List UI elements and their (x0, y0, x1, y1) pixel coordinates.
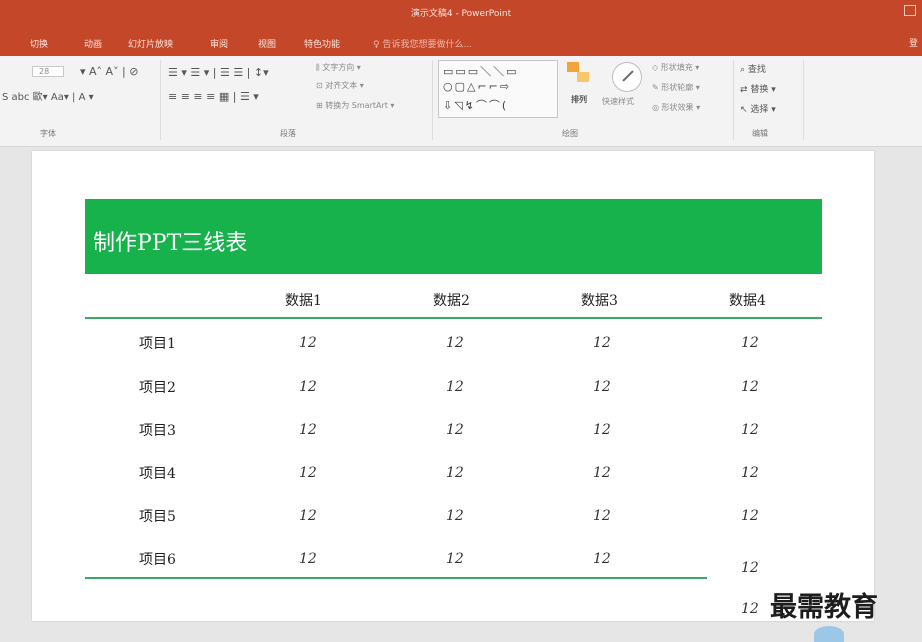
ribbon-tabs: 切换 动画 幻灯片放映 审阅 视图 特色功能 ♀ 告诉我您想要做什么... 登 (0, 30, 922, 56)
replace-button[interactable]: ⇄ 替换 ▾ (740, 82, 776, 95)
divider (733, 60, 734, 140)
font-format-buttons[interactable]: S abc 歐▾ Aa▾ | A ▾ (2, 88, 94, 103)
convert-smartart-button[interactable]: ⊞ 转换为 SmartArt ▾ (316, 100, 394, 111)
list-buttons[interactable]: ☰ ▾ ☰ ▾ | ☰ ☰ | ↕▾ (168, 66, 269, 79)
table-cell: 12 (299, 422, 317, 438)
table-header-rule (85, 317, 822, 319)
table-cell: 12 (446, 551, 464, 567)
drawing-group-label: 绘图 (562, 129, 578, 138)
table-cell: 12 (299, 465, 317, 481)
tell-me-text: 告诉我您想要做什么... (382, 40, 473, 50)
tab-view[interactable]: 视图 (258, 37, 276, 50)
watermark: 最需教育 (770, 592, 878, 623)
replace-icon: ⇄ (740, 85, 751, 95)
table-cell: 12 (593, 379, 611, 395)
search-icon: ⌕ (740, 65, 748, 75)
table-cell: 12 (741, 465, 759, 481)
table-cell: 12 (299, 379, 317, 395)
shape-outline-button[interactable]: ✎ 形状轮廓 ▾ (652, 82, 700, 93)
table-cell: 12 (593, 465, 611, 481)
tab-review[interactable]: 审阅 (210, 37, 228, 50)
row-label: 项目1 (139, 336, 176, 352)
tab-transitions[interactable]: 切换 (30, 37, 48, 50)
slide-title[interactable]: 制作PPT三线表 (93, 225, 247, 257)
shape-row: ⇩◹↯⌒⌒( (443, 99, 509, 112)
table-cell: 12 (593, 335, 611, 351)
arrange-icon (567, 62, 593, 88)
quick-styles-button[interactable]: 快速样式 (602, 96, 634, 107)
column-header: 数据2 (433, 293, 470, 309)
tab-slideshow[interactable]: 幻灯片放映 (128, 37, 173, 50)
font-group-label: 字体 (40, 129, 56, 138)
align-buttons[interactable]: ≡ ≡ ≡ ≡ ▦ | ☰ ▾ (168, 90, 259, 103)
table-cell: 12 (741, 379, 759, 395)
font-size-select[interactable]: 28 (32, 66, 65, 77)
cursor-icon: ↖ (740, 105, 751, 115)
user-menu[interactable]: 登 (909, 36, 918, 49)
table-cell: 12 (741, 335, 759, 351)
row-label: 项目3 (139, 423, 176, 439)
divider (432, 60, 433, 140)
table-cell: 12 (446, 422, 464, 438)
table-cell: 12 (593, 551, 611, 567)
table-cell: 12 (741, 422, 759, 438)
table-cell: 12 (741, 601, 759, 617)
tab-animations[interactable]: 动画 (84, 37, 102, 50)
table-bottom-rule (85, 577, 707, 579)
slide-editing-area: 制作PPT三线表 数据1 数据2 数据3 数据4 项目1 12 12 12 12… (0, 147, 922, 642)
divider (160, 60, 161, 140)
divider (803, 60, 804, 140)
table-cell: 12 (741, 560, 759, 576)
ribbon: 28 ▾ A˄ A˅ | ⊘ S abc 歐▾ Aa▾ | A ▾ 字体 ☰ ▾… (0, 56, 922, 147)
column-header: 数据1 (285, 293, 322, 309)
shape-row: ▭▭▭＼＼▭ (443, 65, 519, 78)
table-cell: 12 (446, 335, 464, 351)
restore-window-button[interactable] (904, 5, 916, 16)
title-banner[interactable]: 制作PPT三线表 (85, 199, 822, 274)
window-title: 演示文稿4 - PowerPoint (410, 9, 512, 19)
grow-font-button[interactable]: ▾ A˄ A˅ | ⊘ (80, 65, 138, 78)
table-cell: 12 (299, 551, 317, 567)
slide-canvas[interactable]: 制作PPT三线表 数据1 数据2 数据3 数据4 项目1 12 12 12 12… (32, 151, 874, 621)
paragraph-group-label: 段落 (280, 129, 296, 138)
row-label: 项目5 (139, 509, 176, 525)
table-cell: 12 (593, 422, 611, 438)
shape-row: ○▢△⌐⌐⇨ (443, 80, 512, 93)
table-cell: 12 (741, 508, 759, 524)
row-label: 项目2 (139, 380, 176, 396)
find-button[interactable]: ⌕ 查找 (740, 62, 766, 75)
row-label: 项目4 (139, 466, 176, 482)
text-direction-button[interactable]: ⫼ 文字方向 ▾ (316, 62, 361, 73)
select-button[interactable]: ↖ 选择 ▾ (740, 102, 776, 115)
column-header: 数据4 (729, 293, 766, 309)
table-cell: 12 (446, 465, 464, 481)
table-cell: 12 (593, 508, 611, 524)
tab-special[interactable]: 特色功能 (304, 37, 340, 50)
table-cell: 12 (446, 508, 464, 524)
table-cell: 12 (299, 335, 317, 351)
shapes-gallery[interactable]: ▭▭▭＼＼▭ ○▢△⌐⌐⇨ ⇩◹↯⌒⌒( (438, 60, 558, 118)
align-text-button[interactable]: ⊡ 对齐文本 ▾ (316, 80, 364, 91)
tell-me-box[interactable]: ♀ 告诉我您想要做什么... (373, 37, 472, 50)
row-label: 项目6 (139, 552, 176, 568)
table-cell: 12 (446, 379, 464, 395)
column-header: 数据3 (581, 293, 618, 309)
watermark-decoration (814, 626, 844, 642)
arrange-button[interactable]: 排列 (571, 94, 587, 105)
table-cell: 12 (299, 508, 317, 524)
shape-fill-button[interactable]: ◇ 形状填充 ▾ (652, 62, 699, 73)
shape-effects-button[interactable]: ◎ 形状效果 ▾ (652, 102, 700, 113)
editing-group-label: 编辑 (752, 129, 768, 138)
quick-styles-icon (612, 62, 642, 92)
title-bar: 演示文稿4 - PowerPoint (0, 0, 922, 30)
